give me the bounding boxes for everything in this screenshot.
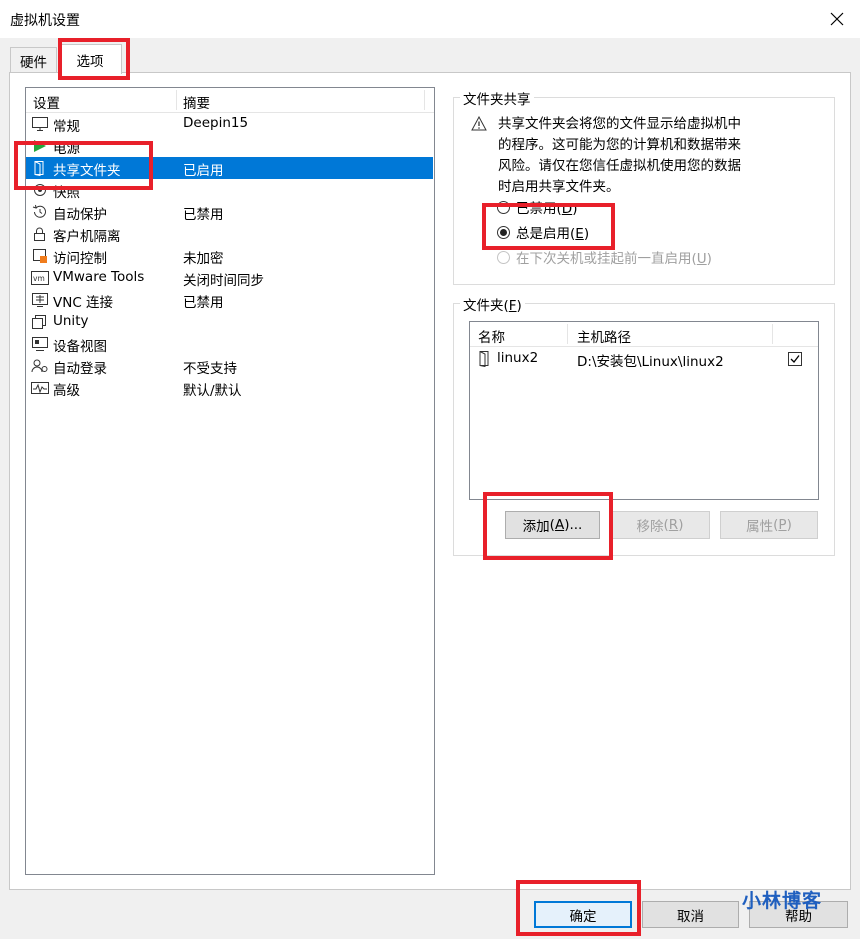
vmware-tools-icon: vm xyxy=(31,271,49,285)
warning-line: 共享文件夹会将您的文件显示给虚拟机中 xyxy=(498,116,741,132)
remove-folder-button[interactable]: 移除(R) xyxy=(610,511,710,539)
svg-text:vm: vm xyxy=(33,274,45,283)
autologin-icon xyxy=(31,359,48,373)
folder-enabled-checkbox[interactable] xyxy=(788,352,802,366)
folder-row[interactable]: linux2 D:\安装包\Linux\linux2 xyxy=(470,348,818,370)
tab-options[interactable]: 选项 xyxy=(58,44,122,74)
shared-folder-icon xyxy=(34,161,44,176)
appliance-view-icon xyxy=(32,337,48,351)
settings-row-summary: 已禁用 xyxy=(183,295,224,311)
sharing-warning-text: 共享文件夹会将您的文件显示给虚拟机中 的程序。这可能为您的计算机和数据带来 风险… xyxy=(498,114,828,198)
column-separator[interactable] xyxy=(176,90,177,110)
column-header-setting[interactable]: 设置 xyxy=(33,92,60,112)
settings-row-autoprotect[interactable]: 自动保护 已禁用 xyxy=(26,201,433,223)
settings-row-summary: 已启用 xyxy=(183,163,224,179)
tab-hardware[interactable]: 硬件 xyxy=(10,47,57,73)
monitor-icon xyxy=(32,117,48,131)
warning-line: 风险。请仅在您信任虚拟机使用您的数据 xyxy=(498,158,741,174)
checkmark-icon xyxy=(790,355,800,363)
folders-group-title: 文件夹(F) xyxy=(460,294,525,314)
settings-row-appliance-view[interactable]: 设备视图 xyxy=(26,333,433,355)
advanced-icon xyxy=(31,382,49,394)
column-separator[interactable] xyxy=(772,324,773,344)
settings-row-summary: 关闭时间同步 xyxy=(183,273,264,289)
settings-row-label: 快照 xyxy=(53,185,80,201)
column-header-name[interactable]: 名称 xyxy=(478,326,505,346)
cancel-button[interactable]: 取消 xyxy=(642,901,739,928)
settings-row-label: 电源 xyxy=(53,141,80,157)
tab-hardware-label: 硬件 xyxy=(20,54,47,71)
settings-row-unity[interactable]: Unity xyxy=(26,311,433,333)
title-bar: 虚拟机设置 xyxy=(0,0,860,38)
settings-row-access-control[interactable]: 访问控制 未加密 xyxy=(26,245,433,267)
lock-icon xyxy=(34,227,45,241)
watermark-logo: 小林博客 xyxy=(742,890,823,912)
vnc-icon xyxy=(32,293,48,307)
folder-host-path: D:\安装包\Linux\linux2 xyxy=(577,354,724,370)
autoprotect-icon xyxy=(32,204,46,218)
settings-row-summary: 不受支持 xyxy=(183,361,237,377)
column-header-host-path[interactable]: 主机路径 xyxy=(577,326,631,346)
settings-row-vnc[interactable]: VNC 连接 已禁用 xyxy=(26,289,433,311)
radio-label: 在下次关机或挂起前一直启用(U) xyxy=(516,251,712,267)
settings-row-label: 访问控制 xyxy=(53,251,107,267)
warning-line: 的程序。这可能为您的计算机和数据带来 xyxy=(498,137,741,153)
settings-row-shared-folders[interactable]: 共享文件夹 已启用 xyxy=(26,157,433,179)
settings-row-label: VNC 连接 xyxy=(53,295,114,311)
folder-sharing-group-title: 文件夹共享 xyxy=(460,88,534,108)
settings-row-summary: Deepin15 xyxy=(183,115,249,131)
access-control-icon xyxy=(33,249,47,263)
column-header-summary[interactable]: 摘要 xyxy=(183,92,210,112)
column-separator[interactable] xyxy=(424,90,425,110)
settings-row-label: VMware Tools xyxy=(53,269,145,285)
tab-options-label: 选项 xyxy=(76,53,104,70)
settings-row-summary: 已禁用 xyxy=(183,207,224,223)
radio-until-poweroff-option: 在下次关机或挂起前一直启用(U) xyxy=(497,247,712,267)
settings-row-label: 设备视图 xyxy=(53,339,107,355)
settings-row-summary: 未加密 xyxy=(183,251,224,267)
settings-row-label: 自动保护 xyxy=(53,207,107,223)
folder-properties-button[interactable]: 属性(P) xyxy=(720,511,818,539)
settings-row-power[interactable]: 电源 xyxy=(26,135,433,157)
add-folder-button[interactable]: 添加(A)... xyxy=(505,511,600,539)
settings-row-label: Unity xyxy=(53,313,89,329)
settings-row-summary: 默认/默认 xyxy=(183,383,242,399)
warning-icon xyxy=(471,116,487,131)
snapshot-icon xyxy=(34,184,46,196)
folder-name: linux2 xyxy=(497,350,539,366)
ok-button[interactable]: 确定 xyxy=(534,901,632,928)
settings-row-vmware-tools[interactable]: vm VMware Tools 关闭时间同步 xyxy=(26,267,433,289)
settings-row-label: 高级 xyxy=(53,383,80,399)
radio-button xyxy=(497,250,510,264)
warning-line: 时启用共享文件夹。 xyxy=(498,179,620,195)
radio-always-enabled-option[interactable]: 总是启用(E) xyxy=(497,222,589,242)
power-icon xyxy=(34,140,46,152)
radio-label: 已禁用(D) xyxy=(516,201,578,217)
close-icon xyxy=(830,12,844,26)
radio-label: 总是启用(E) xyxy=(516,226,590,242)
settings-list-header: 设置 摘要 xyxy=(26,88,434,113)
settings-row-label: 自动登录 xyxy=(53,361,107,377)
settings-row-snapshots[interactable]: 快照 xyxy=(26,179,433,201)
settings-row-label: 共享文件夹 xyxy=(53,163,121,179)
folders-table-header: 名称 主机路径 xyxy=(470,322,818,347)
window-title: 虚拟机设置 xyxy=(10,13,80,29)
unity-icon xyxy=(32,315,46,329)
column-separator[interactable] xyxy=(567,324,568,344)
settings-row-label: 常规 xyxy=(53,119,80,135)
settings-row-label: 客户机隔离 xyxy=(53,229,121,245)
settings-row-general[interactable]: 常规 Deepin15 xyxy=(26,113,433,135)
close-button[interactable] xyxy=(818,2,856,36)
radio-button[interactable] xyxy=(497,200,510,214)
radio-disabled-option[interactable]: 已禁用(D) xyxy=(497,197,577,217)
settings-row-autologin[interactable]: 自动登录 不受支持 xyxy=(26,355,433,377)
shared-folder-icon xyxy=(479,351,489,367)
settings-row-isolation[interactable]: 客户机隔离 xyxy=(26,223,433,245)
radio-button[interactable] xyxy=(497,225,510,239)
settings-row-advanced[interactable]: 高级 默认/默认 xyxy=(26,377,433,399)
